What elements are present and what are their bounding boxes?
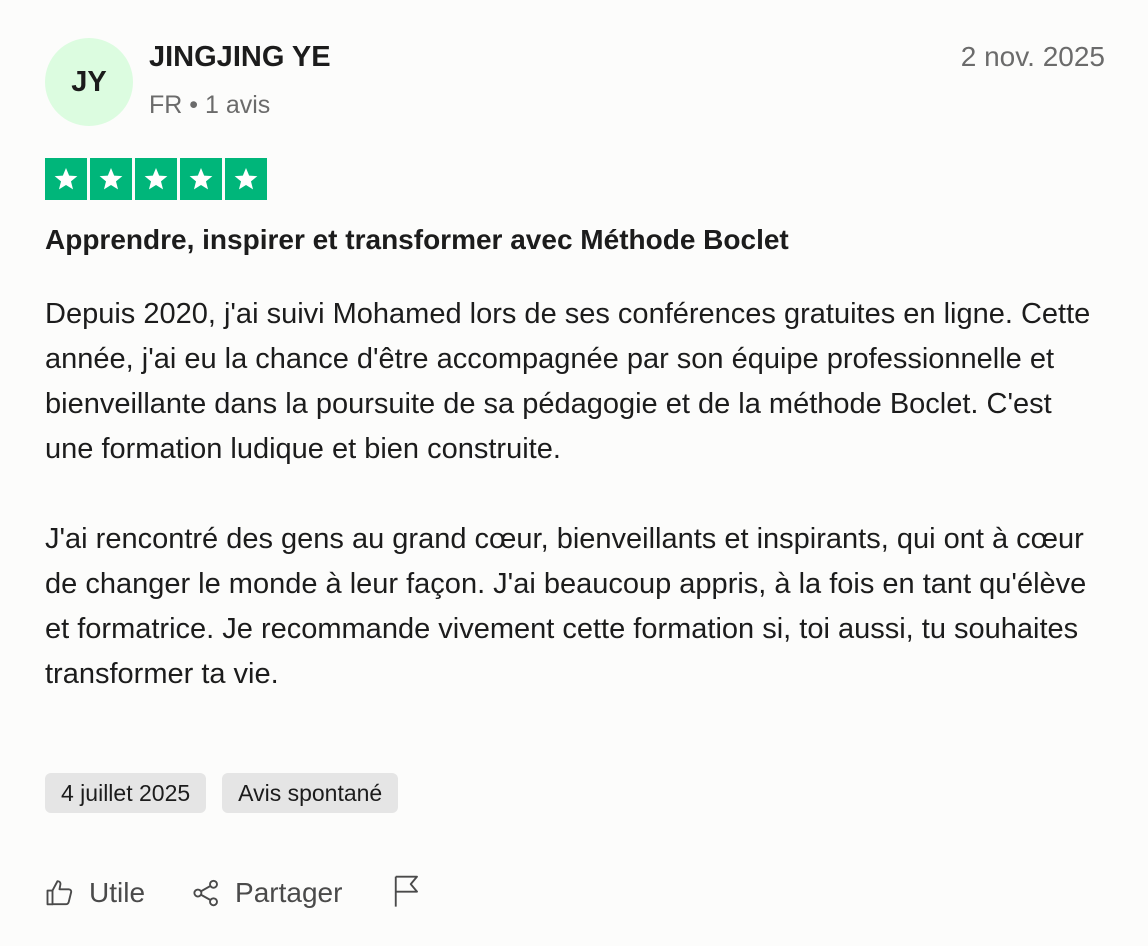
- review-type-tag[interactable]: Avis spontané: [222, 773, 399, 813]
- star-rating: [45, 158, 267, 200]
- share-icon: [191, 878, 221, 908]
- share-label: Partager: [235, 877, 343, 908]
- avatar[interactable]: JY: [45, 38, 133, 126]
- flag-icon: [392, 874, 422, 913]
- star-icon: [90, 158, 132, 200]
- useful-label: Utile: [89, 877, 146, 908]
- review-paragraph: J'ai rencontré des gens au grand cœur, b…: [45, 523, 1087, 690]
- review-actions: Utile Partager: [45, 870, 422, 916]
- useful-button[interactable]: Utile: [45, 877, 145, 909]
- review-body: Depuis 2020, j'ai suivi Mohamed lors de …: [45, 292, 1105, 697]
- review-paragraph: Depuis 2020, j'ai suivi Mohamed lors de …: [45, 298, 1091, 465]
- author-meta: FR • 1 avis: [149, 91, 271, 119]
- thumbs-up-icon: [45, 878, 75, 908]
- review-date: 2 nov. 2025: [960, 41, 1105, 72]
- report-button[interactable]: [392, 874, 422, 913]
- star-icon: [45, 158, 87, 200]
- star-icon: [180, 158, 222, 200]
- experience-date-tag: 4 juillet 2025: [45, 773, 207, 813]
- share-button[interactable]: Partager: [191, 877, 342, 909]
- star-icon: [225, 158, 267, 200]
- review-card: JY JINGJING YE FR • 1 avis 2 nov. 2025 A…: [45, 38, 1105, 908]
- review-title[interactable]: Apprendre, inspirer et transformer avec …: [45, 224, 789, 256]
- star-icon: [135, 158, 177, 200]
- review-tags: 4 juillet 2025 Avis spontané: [45, 773, 399, 813]
- author-name[interactable]: JINGJING YE: [149, 41, 331, 74]
- review-header: JY JINGJING YE FR • 1 avis 2 nov. 2025: [45, 38, 1105, 126]
